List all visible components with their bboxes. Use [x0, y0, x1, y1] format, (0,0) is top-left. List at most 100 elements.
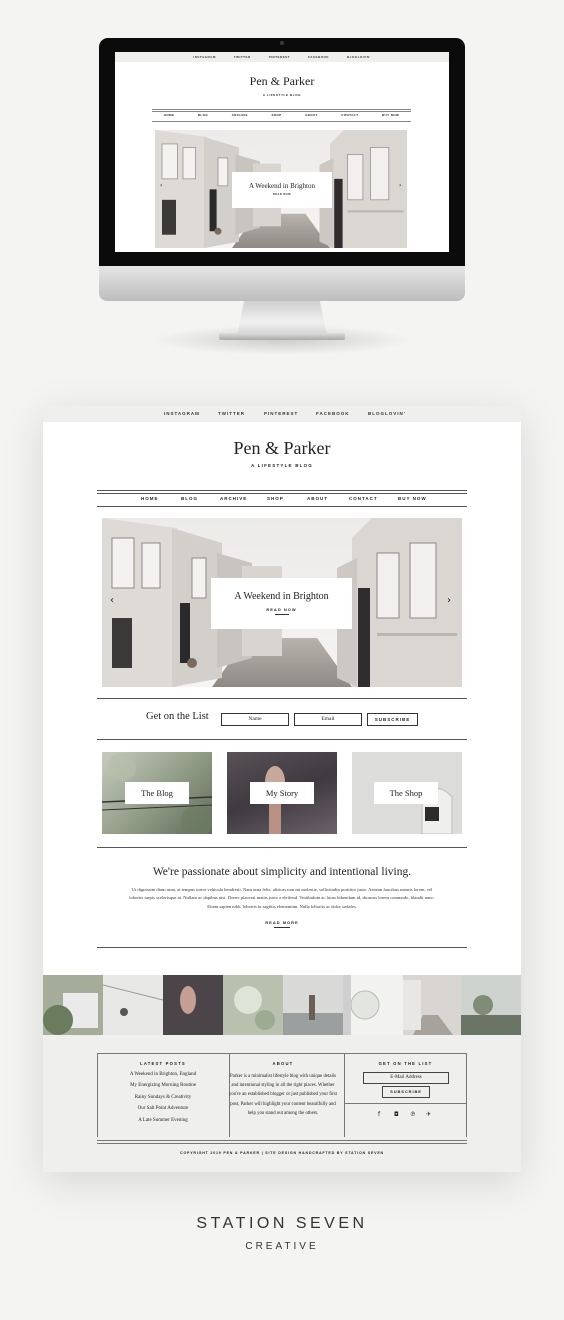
- hero-cta-underline: [274, 614, 289, 615]
- footer-email-input[interactable]: E-Mail Address: [363, 1072, 449, 1084]
- mini-hero-card: A Weekend in Brighton READ NOW: [232, 172, 332, 208]
- nav-item-about[interactable]: ABOUT: [307, 496, 328, 501]
- mini-social-link[interactable]: TWITTER: [234, 55, 251, 59]
- website-page: INSTAGRAM TWITTER PINTEREST FACEBOOK BLO…: [43, 406, 521, 1172]
- social-link-twitter[interactable]: TWITTER: [218, 411, 245, 416]
- mini-social-bar: INSTAGRAM TWITTER PINTEREST FACEBOOK BLO…: [115, 52, 449, 62]
- webcam-icon: [280, 41, 284, 45]
- mini-social-link[interactable]: BLOGLOVIN': [347, 55, 371, 59]
- latest-post-link[interactable]: A Weekend in Brighton, England: [103, 1069, 223, 1080]
- mini-social-link[interactable]: INSTAGRAM: [193, 55, 215, 59]
- social-link-pinterest[interactable]: PINTEREST: [264, 411, 298, 416]
- mini-nav-item[interactable]: BUY NOW: [382, 113, 399, 117]
- footer-list-heading: GET ON THE LIST: [378, 1061, 433, 1066]
- intro-heading: We're passionate about simplicity and in…: [152, 866, 412, 878]
- mini-nav-rule: [152, 111, 411, 112]
- subscribe-button[interactable]: SUBSCRIBE: [367, 713, 418, 726]
- nav-rule-bottom: [97, 506, 467, 507]
- nav-item-home[interactable]: HOME: [141, 496, 159, 501]
- mini-hero-cta[interactable]: READ NOW: [232, 193, 332, 196]
- pinterest-icon[interactable]: ℗: [410, 1111, 416, 1118]
- signup-label: Get on the List: [146, 711, 209, 722]
- latest-post-link[interactable]: Our Salt Point Adventure: [103, 1103, 223, 1114]
- nav-item-blog[interactable]: BLOG: [181, 496, 198, 501]
- footer: LATEST POSTS A Weekend in Brighton, Engl…: [43, 1035, 521, 1172]
- nav-item-contact[interactable]: CONTACT: [349, 496, 378, 501]
- footer-rule: [97, 1053, 467, 1054]
- nav-item-shop[interactable]: SHOP: [267, 496, 284, 501]
- monitor-stand-neck: [237, 301, 327, 335]
- tile-story[interactable]: My Story: [227, 752, 337, 834]
- mini-nav-rule: [152, 109, 411, 110]
- mini-nav-rule: [152, 121, 411, 122]
- about-heading: ABOUT: [272, 1061, 294, 1066]
- hero-read-now[interactable]: READ NOW: [211, 607, 352, 612]
- latest-post-link[interactable]: Rainy Sundays & Creativity: [103, 1092, 223, 1103]
- signup-rule: [97, 698, 467, 699]
- site-tagline: A LIFESTYLE BLOG: [250, 463, 314, 468]
- monitor-chin: [99, 266, 465, 301]
- mini-nav: HOME BLOG ARCHIVE SHOP ABOUT CONTACT BUY…: [152, 113, 411, 117]
- latest-posts-heading: LATEST POSTS: [140, 1061, 186, 1066]
- email-input[interactable]: Email: [294, 713, 362, 726]
- mini-site-title: Pen & Parker: [249, 74, 315, 88]
- instagram-icon[interactable]: ◘: [394, 1111, 399, 1118]
- facebook-icon[interactable]: f: [378, 1111, 380, 1118]
- footer-rule: [97, 1140, 467, 1141]
- footer-subscribe-button[interactable]: SUBSCRIBE: [382, 1086, 430, 1098]
- monitor-stand-foot: [219, 333, 345, 340]
- monitor-bezel: INSTAGRAM TWITTER PINTEREST FACEBOOK BLO…: [99, 38, 465, 266]
- nav-item-buy-now[interactable]: BUY NOW: [398, 496, 427, 501]
- mini-nav-item[interactable]: BLOG: [198, 113, 208, 117]
- chevron-right-icon[interactable]: ›: [399, 182, 401, 189]
- footer-rule: [97, 1143, 467, 1144]
- mini-nav-item[interactable]: ABOUT: [305, 113, 318, 117]
- chevron-right-icon[interactable]: ›: [447, 595, 451, 606]
- site-title[interactable]: Pen & Parker: [43, 438, 521, 459]
- mini-nav-item[interactable]: ARCHIVE: [232, 113, 248, 117]
- copyright: COPYRIGHT 2019 PEN & PARKER | SITE DESIG…: [180, 1151, 384, 1155]
- intro-rule: [97, 847, 467, 848]
- social-link-bloglovin[interactable]: BLOGLOVIN': [368, 411, 406, 416]
- mini-nav-item[interactable]: SHOP: [271, 113, 281, 117]
- brand-name: STATION SEVEN: [196, 1215, 368, 1232]
- hero-title[interactable]: A Weekend in Brighton: [211, 591, 352, 602]
- read-more-link[interactable]: READ MORE: [43, 920, 521, 925]
- tile-story-label: My Story: [250, 782, 314, 804]
- about-text: Parker is a minimalist lifestyle blog wi…: [229, 1074, 337, 1116]
- latest-posts-list: A Weekend in Brighton, England My Energi…: [103, 1069, 223, 1126]
- footer-divider: [97, 1053, 98, 1137]
- name-input[interactable]: Name: [221, 713, 289, 726]
- social-link-instagram[interactable]: INSTAGRAM: [164, 411, 200, 416]
- intro-body: Ut dignissim diam urna, at tempus tortor…: [129, 887, 435, 909]
- nav-item-archive[interactable]: ARCHIVE: [220, 496, 247, 501]
- mini-site-tagline: A LIFESTYLE BLOG: [262, 93, 302, 97]
- signup-rule: [97, 739, 467, 740]
- mini-hero-title: A Weekend in Brighton: [249, 182, 315, 190]
- tile-blog-label: The Blog: [125, 782, 189, 804]
- mini-social-link[interactable]: PINTEREST: [269, 55, 290, 59]
- social-link-facebook[interactable]: FACEBOOK: [316, 411, 350, 416]
- read-more-underline: [274, 927, 290, 928]
- hero-card: A Weekend in Brighton READ NOW: [211, 578, 352, 629]
- footer-rule: [344, 1103, 467, 1104]
- chevron-left-icon[interactable]: ‹: [110, 595, 114, 606]
- twitter-icon[interactable]: ✈: [426, 1111, 431, 1118]
- mini-social-link[interactable]: FACEBOOK: [308, 55, 329, 59]
- mini-nav-item[interactable]: CONTACT: [341, 113, 358, 117]
- instagram-feed: [43, 975, 521, 1035]
- tile-shop-label: The Shop: [374, 782, 438, 804]
- brand-subtitle: CREATIVE: [245, 1241, 319, 1252]
- nav-rule-top: [97, 493, 467, 494]
- social-bar: INSTAGRAM TWITTER PINTEREST FACEBOOK BLO…: [43, 406, 521, 422]
- chevron-left-icon[interactable]: ‹: [160, 182, 162, 189]
- nav-rule-top: [97, 490, 467, 491]
- monitor-screen: INSTAGRAM TWITTER PINTEREST FACEBOOK BLO…: [115, 52, 449, 252]
- tile-blog[interactable]: The Blog: [102, 752, 212, 834]
- intro-rule: [97, 947, 467, 948]
- tile-shop[interactable]: The Shop: [352, 752, 462, 834]
- latest-post-link[interactable]: A Late Summer Evening: [103, 1115, 223, 1126]
- latest-post-link[interactable]: My Energizing Morning Routine: [103, 1080, 223, 1091]
- mini-nav-item[interactable]: HOME: [164, 113, 175, 117]
- monitor-mockup: INSTAGRAM TWITTER PINTEREST FACEBOOK BLO…: [99, 38, 465, 301]
